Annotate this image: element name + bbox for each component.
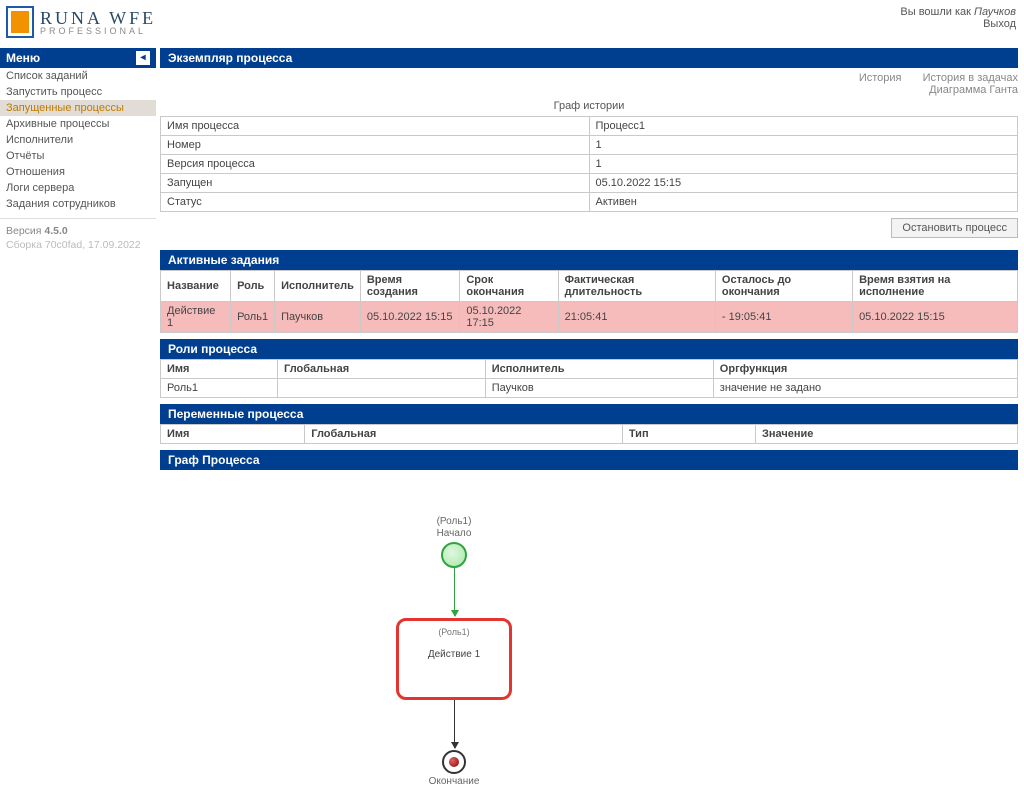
- column-header: Осталось до окончания: [715, 271, 852, 302]
- info-value: 1: [589, 136, 1018, 155]
- build-line: Сборка 70c0fad, 17.09.2022: [6, 239, 150, 251]
- column-header: Исполнитель: [485, 360, 713, 379]
- info-key: Статус: [161, 193, 590, 212]
- sidebar-item[interactable]: Исполнители: [0, 132, 156, 148]
- end-inner-icon: [449, 757, 459, 767]
- logo-text-1: RUNA WFE: [40, 9, 156, 27]
- roles-title: Роли процесса: [160, 339, 1018, 359]
- column-header: Глобальная: [278, 360, 486, 379]
- graph-start-label: Начало: [364, 528, 544, 540]
- menu-header: Меню ◂: [0, 48, 156, 68]
- graph-end-label: Окончание: [364, 776, 544, 788]
- column-header: Время взятия на исполнение: [853, 271, 1018, 302]
- menu-title: Меню: [6, 51, 40, 65]
- vars-table: ИмяГлобальнаяТипЗначение: [160, 424, 1018, 444]
- sidebar-item[interactable]: Отношения: [0, 164, 156, 180]
- sidebar-item[interactable]: Логи сервера: [0, 180, 156, 196]
- arrow-icon: [454, 700, 455, 748]
- info-value: 05.10.2022 15:15: [589, 174, 1018, 193]
- version-value: 4.5.0: [44, 225, 67, 237]
- info-value: Процесс1: [589, 117, 1018, 136]
- info-key: Номер: [161, 136, 590, 155]
- header: RUNA WFE PROFESSIONAL Вы вошли как Паучк…: [0, 0, 1024, 48]
- history-link[interactable]: История: [859, 72, 902, 84]
- info-key: Запущен: [161, 174, 590, 193]
- cell: Паучков: [485, 379, 713, 398]
- page-title: Экземпляр процесса: [160, 48, 1018, 68]
- cell: Действие 1: [161, 302, 231, 333]
- history-in-tasks-link[interactable]: История в задачах: [923, 72, 1018, 84]
- column-header: Время создания: [360, 271, 460, 302]
- history-graph-link[interactable]: Граф истории: [554, 100, 625, 112]
- cell: Роль1: [231, 302, 275, 333]
- process-graph-title: Граф Процесса: [160, 450, 1018, 470]
- vars-title: Переменные процесса: [160, 404, 1018, 424]
- logo: RUNA WFE PROFESSIONAL: [6, 6, 156, 38]
- end-node-icon: [442, 750, 466, 774]
- sidebar-item[interactable]: Список заданий: [0, 68, 156, 84]
- cell: [278, 379, 486, 398]
- column-header: Глобальная: [305, 425, 623, 444]
- sidebar-footer: Версия 4.5.0 Сборка 70c0fad, 17.09.2022: [0, 218, 156, 257]
- process-graph: (Роль1) Начало (Роль1) Действие 1 Оконча…: [160, 478, 1018, 788]
- info-value: 1: [589, 155, 1018, 174]
- sidebar-item[interactable]: Архивные процессы: [0, 116, 156, 132]
- top-links: История История в задачах Диаграмма Гант…: [160, 68, 1018, 98]
- table-row[interactable]: Действие 1Роль1Паучков05.10.2022 15:1505…: [161, 302, 1018, 333]
- process-info-table: Имя процессаПроцесс1Номер1Версия процесс…: [160, 116, 1018, 212]
- info-key: Имя процесса: [161, 117, 590, 136]
- column-header: Фактическая длительность: [558, 271, 715, 302]
- column-header: Оргфункция: [713, 360, 1017, 379]
- info-key: Версия процесса: [161, 155, 590, 174]
- info-value: Активен: [589, 193, 1018, 212]
- sidebar-item[interactable]: Запущенные процессы: [0, 100, 156, 116]
- gantt-link[interactable]: Диаграмма Ганта: [929, 84, 1018, 96]
- menu-collapse-icon[interactable]: ◂: [136, 51, 150, 65]
- active-tasks-title: Активные задания: [160, 250, 1018, 270]
- sidebar: Меню ◂ Список заданийЗапустить процессЗа…: [0, 48, 156, 257]
- stop-process-button[interactable]: Остановить процесс: [891, 218, 1018, 238]
- cell: - 19:05:41: [715, 302, 852, 333]
- column-header: Исполнитель: [275, 271, 361, 302]
- column-header: Имя: [161, 425, 305, 444]
- sidebar-item[interactable]: Запустить процесс: [0, 84, 156, 100]
- task-node[interactable]: (Роль1) Действие 1: [396, 618, 512, 700]
- logged-in-prefix: Вы вошли как: [900, 6, 974, 18]
- column-header: Тип: [622, 425, 755, 444]
- roles-table: ИмяГлобальнаяИсполнительОргфункция Роль1 П…: [160, 359, 1018, 398]
- cell: 05.10.2022 15:15: [853, 302, 1018, 333]
- username-link[interactable]: Паучков: [974, 6, 1016, 18]
- logo-text-2: PROFESSIONAL: [40, 27, 156, 36]
- arrow-icon: [454, 568, 455, 616]
- cell: значение не задано: [713, 379, 1017, 398]
- cell: Паучков: [275, 302, 361, 333]
- cell: 05.10.2022 15:15: [360, 302, 460, 333]
- cell: Роль1: [161, 379, 278, 398]
- column-header: Имя: [161, 360, 278, 379]
- graph-start-role: (Роль1): [364, 516, 544, 528]
- sidebar-item[interactable]: Отчёты: [0, 148, 156, 164]
- sidebar-item[interactable]: Задания сотрудников: [0, 196, 156, 212]
- column-header: Значение: [755, 425, 1017, 444]
- task-name: Действие 1: [428, 649, 480, 660]
- column-header: Название: [161, 271, 231, 302]
- cell: 05.10.2022 17:15: [460, 302, 558, 333]
- logout-link[interactable]: Выход: [983, 18, 1016, 30]
- start-node-icon: [441, 542, 467, 568]
- logo-icon: [6, 6, 34, 38]
- active-tasks-table: НазваниеРольИсполнительВремя созданияСро…: [160, 270, 1018, 333]
- cell: 21:05:41: [558, 302, 715, 333]
- table-row: Роль1 Паучковзначение не задано: [161, 379, 1018, 398]
- column-header: Срок окончания: [460, 271, 558, 302]
- main-content: Экземпляр процесса История История в зад…: [156, 48, 1024, 788]
- header-user-block: Вы вошли как Паучков Выход: [900, 6, 1016, 30]
- column-header: Роль: [231, 271, 275, 302]
- version-label: Версия: [6, 225, 44, 237]
- menu-items: Список заданийЗапустить процессЗапущенны…: [0, 68, 156, 212]
- task-role: (Роль1): [438, 627, 469, 637]
